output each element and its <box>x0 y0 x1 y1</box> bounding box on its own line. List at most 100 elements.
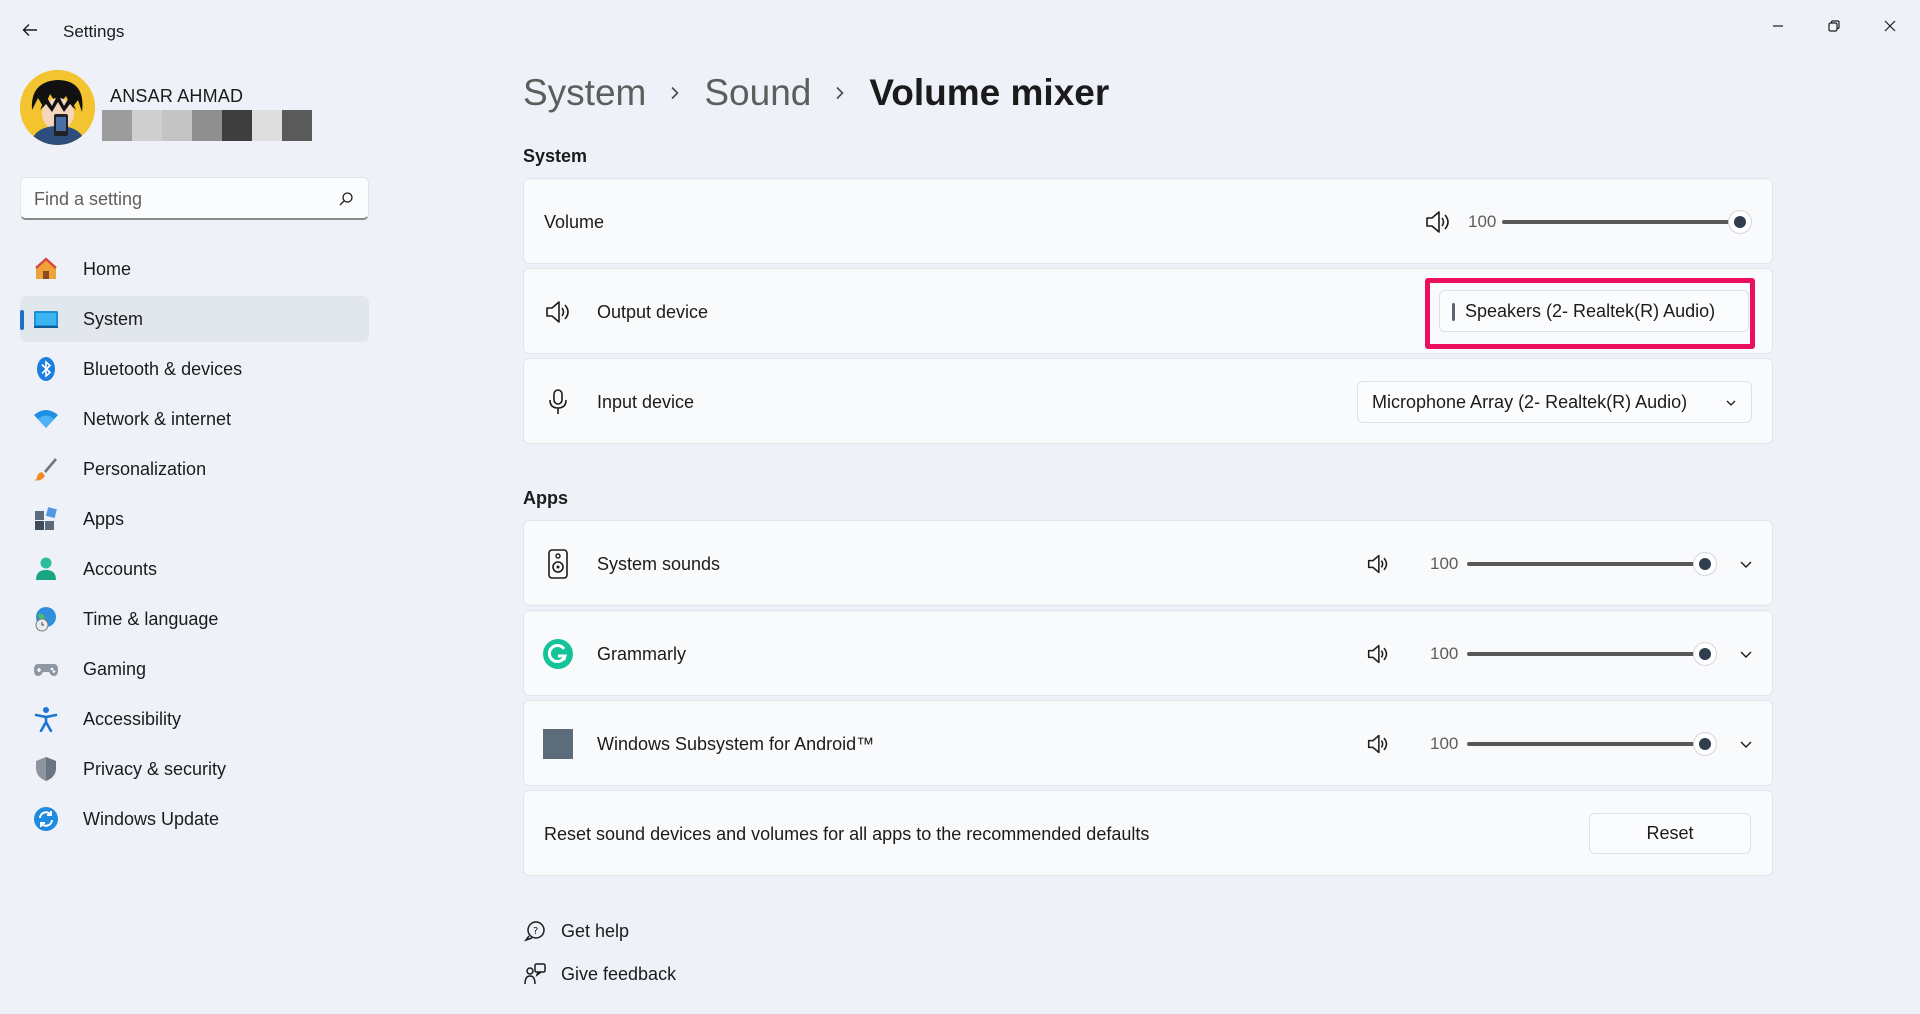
sidebar-item-system[interactable]: System <box>20 296 369 342</box>
slider-thumb[interactable] <box>1728 210 1752 234</box>
input-device-value: Microphone Array (2- Realtek(R) Audio) <box>1372 391 1688 412</box>
speaker-icon <box>543 297 573 327</box>
close-button[interactable] <box>1862 6 1918 46</box>
reset-button[interactable]: Reset <box>1589 813 1751 854</box>
sidebar-item-time-language[interactable]: Time & language <box>20 596 369 642</box>
app-volume-value: 100 <box>1430 734 1459 753</box>
avatar-illustration-icon <box>20 70 95 145</box>
gamepad-icon <box>32 655 60 683</box>
sidebar-item-bluetooth[interactable]: Bluetooth & devices <box>20 346 369 392</box>
slider-track <box>1467 742 1707 746</box>
app-volume-slider[interactable] <box>1467 732 1717 756</box>
expand-button[interactable] <box>1734 642 1758 666</box>
slider-track <box>1502 220 1742 224</box>
speaker-icon[interactable] <box>1366 733 1390 755</box>
reset-description: Reset sound devices and volumes for all … <box>544 824 1150 844</box>
app-volume-slider[interactable] <box>1467 642 1717 666</box>
svg-text:?: ? <box>533 926 538 937</box>
speaker-icon[interactable] <box>1424 209 1452 235</box>
input-device-card: Input device Microphone Array (2- Realte… <box>523 358 1773 444</box>
app-card-grammarly: Grammarly 100 <box>523 610 1773 696</box>
expand-button[interactable] <box>1734 732 1758 756</box>
title-bar: Settings <box>0 0 1920 62</box>
close-icon <box>1884 20 1896 32</box>
breadcrumb: System Sound Volume mixer <box>523 72 1109 114</box>
breadcrumb-sound[interactable]: Sound <box>704 72 811 114</box>
sidebar-item-home[interactable]: Home <box>20 246 369 292</box>
give-feedback-label: Give feedback <box>561 963 677 984</box>
bluetooth-icon <box>32 355 60 383</box>
input-device-dropdown[interactable]: Microphone Array (2- Realtek(R) Audio) <box>1357 381 1752 423</box>
slider-track <box>1467 652 1707 656</box>
app-volume-value: 100 <box>1430 554 1459 573</box>
grammarly-logo-icon <box>543 639 573 669</box>
reset-card: Reset sound devices and volumes for all … <box>523 790 1773 876</box>
app-card-wsa: Windows Subsystem for Android™ 100 <box>523 700 1773 786</box>
help-chat-icon: ? <box>523 919 547 943</box>
update-icon <box>32 805 60 833</box>
minimize-icon <box>1773 25 1783 27</box>
search-input[interactable] <box>34 187 324 211</box>
output-device-card: Output device Speakers (2- Realtek(R) Au… <box>523 268 1773 354</box>
app-placeholder-icon <box>543 729 573 759</box>
accessibility-icon <box>32 705 60 733</box>
sidebar-item-personalization[interactable]: Personalization <box>20 446 369 492</box>
sidebar-nav: Home System Bluetooth & devices Network … <box>20 246 369 846</box>
app-title: Settings <box>63 22 125 41</box>
slider-thumb[interactable] <box>1693 552 1717 576</box>
volume-card: Volume 100 <box>523 178 1773 264</box>
input-device-label: Input device <box>597 392 695 412</box>
page-title: Volume mixer <box>869 72 1110 113</box>
app-name: Windows Subsystem for Android™ <box>597 734 875 754</box>
chevron-down-icon <box>1740 561 1752 568</box>
sidebar-item-privacy-security[interactable]: Privacy & security <box>20 746 369 792</box>
person-icon <box>32 555 60 583</box>
chevron-right-icon <box>833 86 847 100</box>
speaker-icon[interactable] <box>1366 643 1390 665</box>
search-box[interactable] <box>20 177 369 220</box>
slider-thumb[interactable] <box>1693 642 1717 666</box>
slider-track <box>1467 562 1707 566</box>
search-icon <box>339 192 353 206</box>
sidebar-item-accounts[interactable]: Accounts <box>20 546 369 592</box>
minimize-button[interactable] <box>1750 6 1806 46</box>
sidebar-item-gaming[interactable]: Gaming <box>20 646 369 692</box>
slider-thumb[interactable] <box>1693 732 1717 756</box>
globe-clock-icon <box>32 605 60 633</box>
restore-button[interactable] <box>1806 6 1862 46</box>
expand-button[interactable] <box>1734 552 1758 576</box>
chevron-down-icon <box>1726 400 1736 406</box>
chevron-down-icon <box>1740 651 1752 658</box>
breadcrumb-system[interactable]: System <box>523 72 646 114</box>
restore-icon <box>1828 20 1840 32</box>
app-card-system-sounds: System sounds 100 <box>523 520 1773 606</box>
sidebar-item-accessibility[interactable]: Accessibility <box>20 696 369 742</box>
home-icon <box>32 255 60 283</box>
back-button[interactable] <box>16 16 44 44</box>
app-name: System sounds <box>597 554 721 574</box>
give-feedback-link[interactable]: Give feedback <box>523 962 676 986</box>
get-help-link[interactable]: ? Get help <box>523 919 629 943</box>
wifi-icon <box>32 405 60 433</box>
sidebar-item-windows-update[interactable]: Windows Update <box>20 796 369 842</box>
sidebar-item-apps[interactable]: Apps <box>20 496 369 542</box>
app-name: Grammarly <box>597 644 686 664</box>
app-volume-value: 100 <box>1430 644 1459 663</box>
get-help-label: Get help <box>561 920 630 941</box>
apps-grid-icon <box>32 505 60 533</box>
chevron-down-icon <box>1740 741 1752 748</box>
sidebar-item-network[interactable]: Network & internet <box>20 396 369 442</box>
microphone-icon <box>543 387 573 417</box>
section-title-system: System <box>523 146 588 166</box>
speaker-icon[interactable] <box>1366 553 1390 575</box>
chevron-right-icon <box>668 86 682 100</box>
back-arrow-icon <box>22 24 37 36</box>
avatar[interactable] <box>20 70 95 145</box>
output-device-label: Output device <box>597 302 709 322</box>
highlight-annotation <box>1425 278 1755 349</box>
user-name: ANSAR AHMAD <box>110 86 244 106</box>
user-email-redacted <box>102 110 318 141</box>
feedback-icon <box>523 962 547 986</box>
app-volume-slider[interactable] <box>1467 552 1717 576</box>
volume-slider[interactable] <box>1502 210 1752 234</box>
